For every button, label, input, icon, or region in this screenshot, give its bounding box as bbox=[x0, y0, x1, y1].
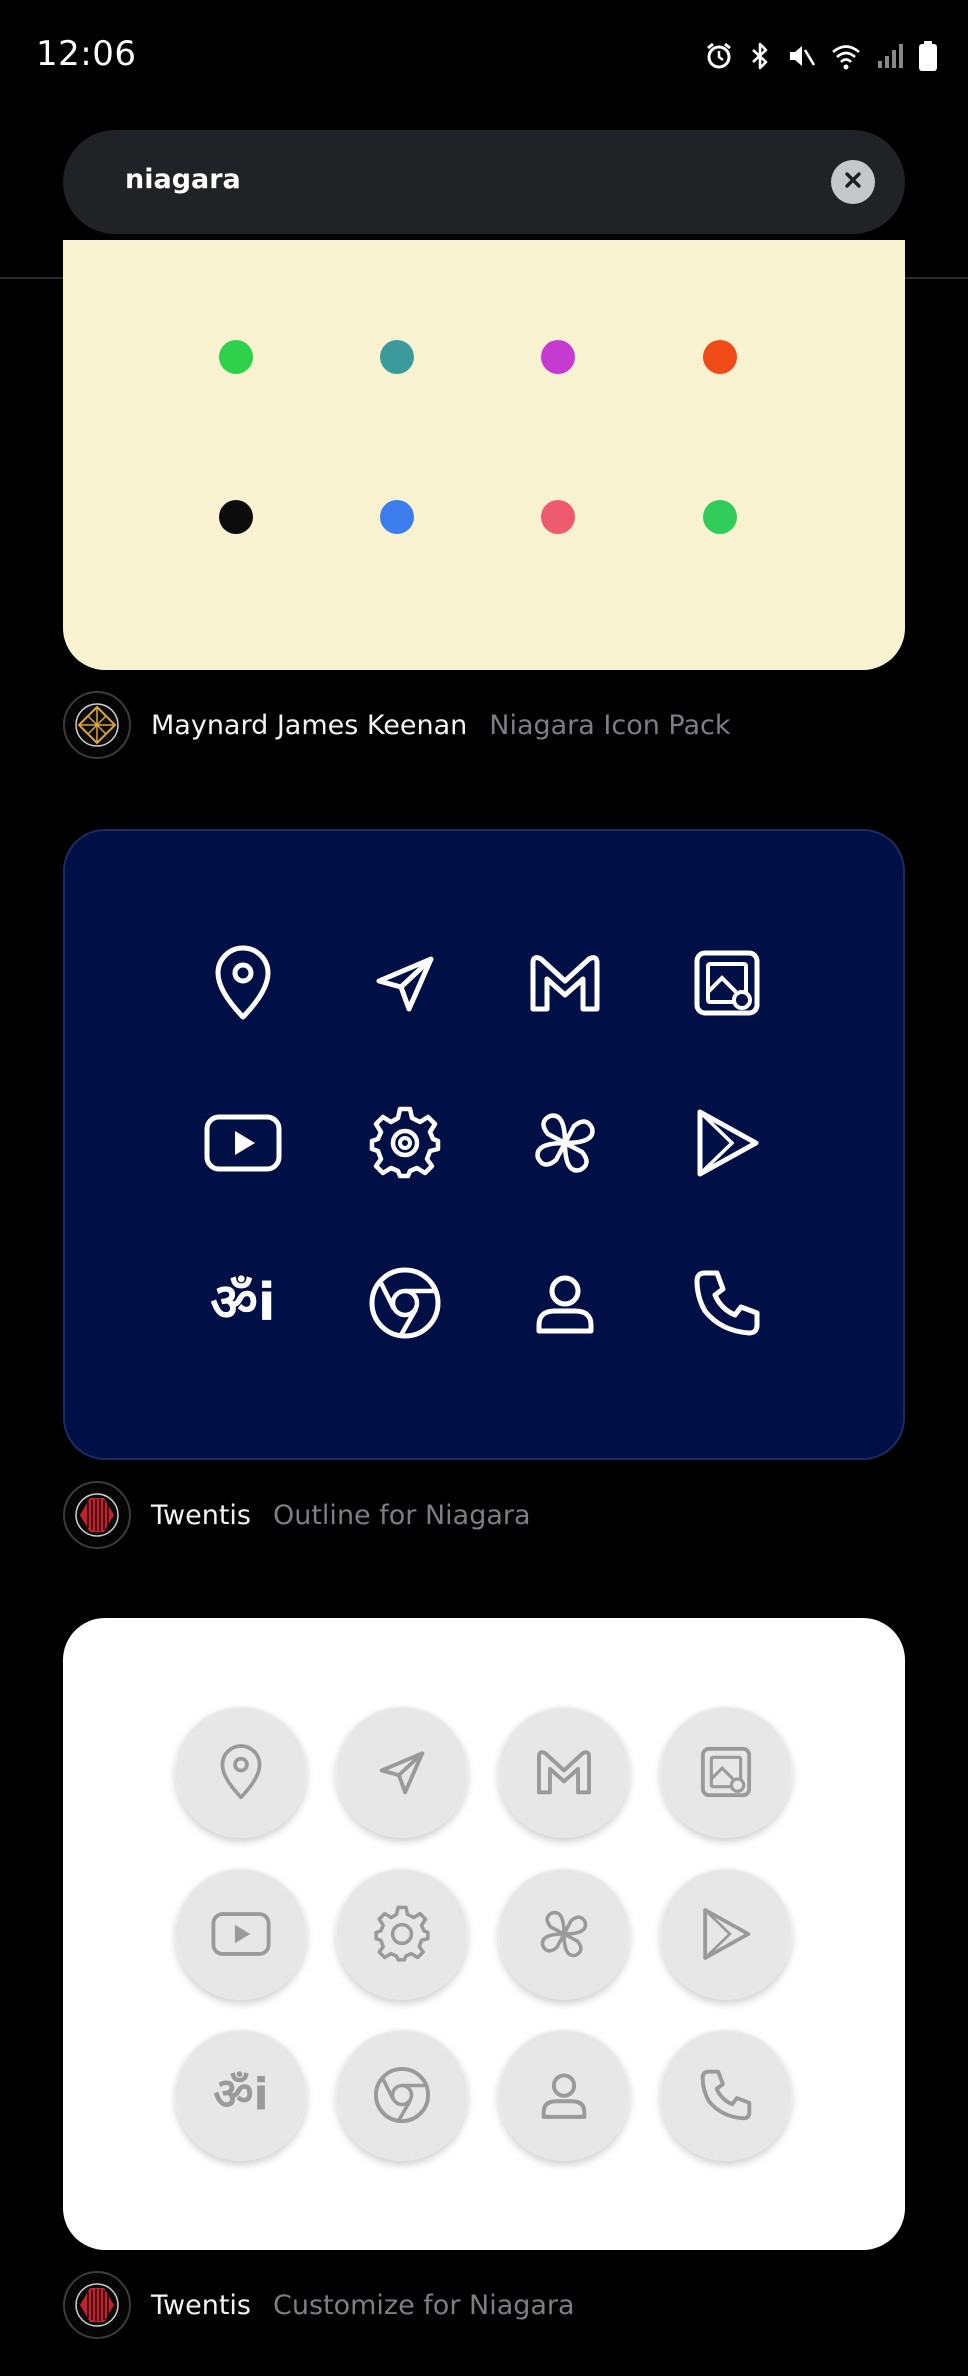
preview-card[interactable]: ॐi bbox=[63, 829, 905, 1460]
color-dot bbox=[541, 500, 575, 534]
battery-icon bbox=[918, 40, 938, 72]
clear-search-button[interactable] bbox=[831, 160, 875, 204]
contacts-icon bbox=[498, 2029, 630, 2161]
preview-card[interactable]: ॐi bbox=[63, 1618, 905, 2250]
color-dot bbox=[380, 500, 414, 534]
color-dot bbox=[219, 500, 253, 534]
color-dot bbox=[219, 340, 253, 374]
status-time: 12:06 bbox=[36, 34, 137, 74]
settings-icon bbox=[336, 1868, 468, 2000]
result-meta[interactable]: Twentis Customize for Niagara bbox=[63, 2270, 575, 2340]
mute-icon bbox=[786, 41, 816, 71]
translate-icon: ॐi bbox=[210, 1273, 276, 1333]
pinwheel-icon bbox=[525, 1103, 605, 1183]
pack-name[interactable]: Niagara Icon Pack bbox=[489, 710, 730, 741]
status-icons bbox=[704, 36, 938, 76]
gmail-icon bbox=[498, 1706, 630, 1838]
avatar[interactable] bbox=[63, 1481, 131, 1549]
color-dot bbox=[541, 340, 575, 374]
search-input[interactable]: niagara bbox=[125, 164, 241, 195]
chrome-icon bbox=[365, 1263, 445, 1343]
avatar[interactable] bbox=[63, 691, 131, 759]
result-meta[interactable]: Maynard James Keenan Niagara Icon Pack bbox=[63, 690, 731, 760]
pack-name[interactable]: Customize for Niagara bbox=[273, 2290, 575, 2321]
gallery-icon bbox=[687, 943, 767, 1023]
color-dot bbox=[703, 500, 737, 534]
contacts-icon bbox=[525, 1263, 605, 1343]
close-icon bbox=[843, 170, 863, 194]
pinwheel-icon bbox=[498, 1868, 630, 2000]
pack-name[interactable]: Outline for Niagara bbox=[273, 1500, 531, 1531]
youtube-icon bbox=[203, 1103, 283, 1183]
result-meta[interactable]: Twentis Outline for Niagara bbox=[63, 1480, 531, 1550]
gallery-icon bbox=[660, 1706, 792, 1838]
phone-icon bbox=[660, 2029, 792, 2161]
wifi-icon bbox=[830, 41, 862, 71]
send-icon bbox=[336, 1706, 468, 1838]
author-name[interactable]: Twentis bbox=[151, 2290, 251, 2321]
play-store-icon bbox=[687, 1103, 767, 1183]
play-store-icon bbox=[660, 1868, 792, 2000]
status-bar: 12:06 bbox=[0, 0, 968, 110]
bluetooth-icon bbox=[748, 41, 772, 71]
avatar[interactable] bbox=[63, 2271, 131, 2339]
youtube-icon bbox=[175, 1868, 307, 2000]
alarm-icon bbox=[704, 41, 734, 71]
translate-icon: ॐi bbox=[175, 2029, 307, 2161]
send-icon bbox=[365, 943, 445, 1023]
chrome-icon bbox=[336, 2029, 468, 2161]
search-bar[interactable]: niagara bbox=[63, 130, 905, 234]
color-dot bbox=[380, 340, 414, 374]
map-pin-icon bbox=[203, 943, 283, 1023]
map-pin-icon bbox=[175, 1706, 307, 1838]
author-name[interactable]: Twentis bbox=[151, 1500, 251, 1531]
color-dot bbox=[703, 340, 737, 374]
author-name[interactable]: Maynard James Keenan bbox=[151, 710, 467, 741]
preview-card[interactable] bbox=[63, 240, 905, 670]
settings-icon bbox=[365, 1103, 445, 1183]
signal-icon bbox=[876, 41, 904, 71]
gmail-icon bbox=[525, 943, 605, 1023]
phone-icon bbox=[687, 1263, 767, 1343]
